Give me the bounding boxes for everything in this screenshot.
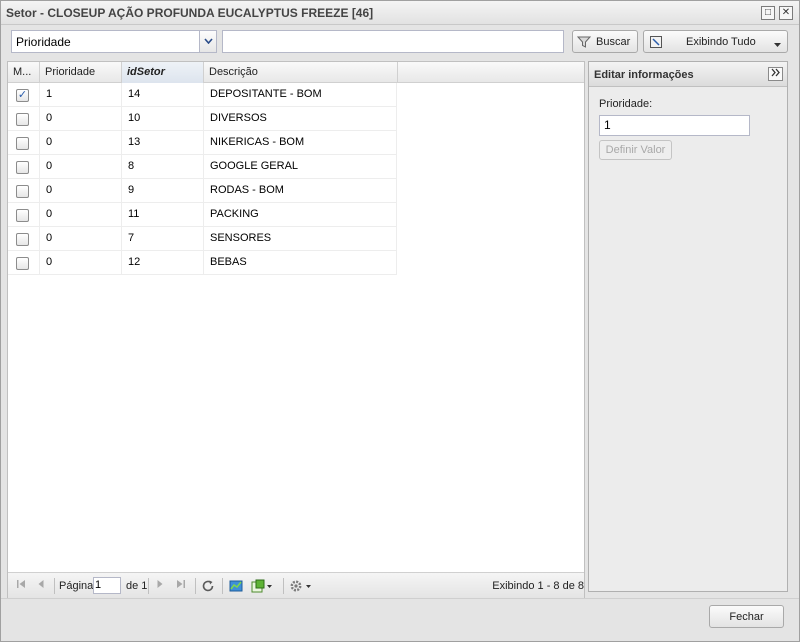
paging-toolbar: Página 1 de 1 Exibindo 1 - 8 de 8 [8, 572, 584, 598]
column-header-idsetor[interactable]: idSetor [122, 62, 204, 83]
column-header-descricao[interactable]: Descrição [204, 62, 398, 83]
edit-panel: Editar informações Prioridade: 1 Definir… [588, 61, 788, 592]
table-row[interactable]: ✓ 1 14 DEPOSITANTE - BOM [8, 83, 397, 107]
first-page-icon[interactable] [14, 579, 28, 593]
page-label: Página [59, 580, 94, 592]
descricao-cell: DEPOSITANTE - BOM [204, 83, 397, 107]
page-number-input[interactable]: 1 [93, 577, 121, 594]
search-input[interactable] [222, 30, 564, 53]
row-checkbox-cell [8, 155, 40, 179]
row-checkbox[interactable] [16, 137, 29, 150]
row-checkbox-cell [8, 179, 40, 203]
column-header-prioridade[interactable]: Prioridade [40, 62, 122, 83]
field-select[interactable]: Prioridade [11, 30, 217, 53]
row-checkbox[interactable] [16, 233, 29, 246]
page-count-label: de 1 [126, 580, 148, 592]
row-checkbox[interactable] [16, 113, 29, 126]
descricao-cell: PACKING [204, 203, 397, 227]
prioridade-cell[interactable]: 1 [40, 83, 122, 107]
descricao-cell: NIKERICAS - BOM [204, 131, 397, 155]
paging-info: Exibindo 1 - 8 de 8 [492, 580, 584, 592]
idsetor-cell: 14 [122, 83, 204, 107]
sector-window: Setor - CLOSEUP AÇÃO PROFUNDA EUCALYPTUS… [0, 0, 800, 642]
view-icon [649, 35, 663, 52]
prioridade-cell[interactable]: 0 [40, 227, 122, 251]
table-row[interactable]: 0 13 NIKERICAS - BOM [8, 131, 397, 155]
search-toolbar: Prioridade Buscar Exibindo Tudo [6, 29, 794, 57]
prioridade-field-label: Prioridade: [599, 98, 653, 110]
filter-icon [576, 35, 592, 52]
field-select-value: Prioridade [16, 35, 71, 49]
close-icon[interactable]: ✕ [779, 6, 793, 20]
display-filter-button[interactable]: Exibindo Tudo [643, 30, 788, 53]
window-titlebar: Setor - CLOSEUP AÇÃO PROFUNDA EUCALYPTUS… [1, 1, 799, 25]
idsetor-cell: 10 [122, 107, 204, 131]
prioridade-cell[interactable]: 0 [40, 203, 122, 227]
descricao-cell: DIVERSOS [204, 107, 397, 131]
row-checkbox-cell [8, 251, 40, 275]
maximize-icon[interactable]: □ [761, 6, 775, 20]
close-button[interactable]: Fechar [709, 605, 784, 628]
grid-header: M... Prioridade idSetor Descrição [8, 62, 584, 83]
next-page-icon[interactable] [153, 579, 167, 593]
prioridade-cell[interactable]: 0 [40, 107, 122, 131]
dropdown-arrow-icon [774, 39, 781, 51]
search-button[interactable]: Buscar [572, 30, 638, 53]
table-row[interactable]: 0 8 GOOGLE GERAL [8, 155, 397, 179]
table-row[interactable]: 0 11 PACKING [8, 203, 397, 227]
idsetor-cell: 9 [122, 179, 204, 203]
sectors-grid: M... Prioridade idSetor Descrição ✓ 1 14… [7, 61, 585, 599]
row-checkbox-cell [8, 227, 40, 251]
idsetor-cell: 8 [122, 155, 204, 179]
row-checkbox[interactable] [16, 161, 29, 174]
idsetor-cell: 11 [122, 203, 204, 227]
idsetor-cell: 7 [122, 227, 204, 251]
collapse-right-icon[interactable] [768, 67, 783, 81]
table-row[interactable]: 0 7 SENSORES [8, 227, 397, 251]
footer-divider [1, 598, 799, 599]
descricao-cell: GOOGLE GERAL [204, 155, 397, 179]
row-checkbox[interactable] [16, 185, 29, 198]
prioridade-field[interactable]: 1 [599, 115, 750, 136]
row-checkbox[interactable] [16, 209, 29, 222]
export-excel-icon[interactable] [250, 579, 274, 593]
close-button-label: Fechar [729, 611, 764, 623]
refresh-icon[interactable] [201, 579, 215, 593]
previous-page-icon[interactable] [34, 579, 48, 593]
table-row[interactable]: 0 12 BEBAS [8, 251, 397, 275]
table-row[interactable]: 0 9 RODAS - BOM [8, 179, 397, 203]
chevron-down-icon[interactable] [199, 31, 216, 52]
row-checkbox-cell [8, 107, 40, 131]
window-title: Setor - CLOSEUP AÇÃO PROFUNDA EUCALYPTUS… [6, 6, 374, 20]
prioridade-cell[interactable]: 0 [40, 179, 122, 203]
export-chart-icon[interactable] [229, 579, 243, 593]
edit-panel-title: Editar informações [594, 69, 694, 81]
prioridade-cell[interactable]: 0 [40, 131, 122, 155]
paging-separator [283, 578, 284, 594]
set-value-button: Definir Valor [599, 140, 672, 160]
row-checkbox-cell [8, 203, 40, 227]
prioridade-cell[interactable]: 0 [40, 155, 122, 179]
row-checkbox-cell: ✓ [8, 83, 40, 107]
prioridade-cell[interactable]: 0 [40, 251, 122, 275]
last-page-icon[interactable] [174, 579, 188, 593]
display-filter-label: Exibindo Tudo [686, 36, 756, 48]
idsetor-cell: 12 [122, 251, 204, 275]
gear-icon[interactable] [289, 579, 313, 593]
edit-panel-header: Editar informações [589, 62, 787, 87]
row-checkbox[interactable] [16, 257, 29, 270]
descricao-cell: SENSORES [204, 227, 397, 251]
row-checkbox[interactable]: ✓ [16, 89, 29, 102]
row-checkbox-cell [8, 131, 40, 155]
table-row[interactable]: 0 10 DIVERSOS [8, 107, 397, 131]
idsetor-cell: 13 [122, 131, 204, 155]
column-header-marked[interactable]: M... [8, 62, 40, 83]
paging-separator [54, 578, 55, 594]
descricao-cell: RODAS - BOM [204, 179, 397, 203]
paging-separator [222, 578, 223, 594]
paging-separator [148, 578, 149, 594]
paging-separator [195, 578, 196, 594]
search-button-label: Buscar [596, 36, 631, 48]
descricao-cell: BEBAS [204, 251, 397, 275]
